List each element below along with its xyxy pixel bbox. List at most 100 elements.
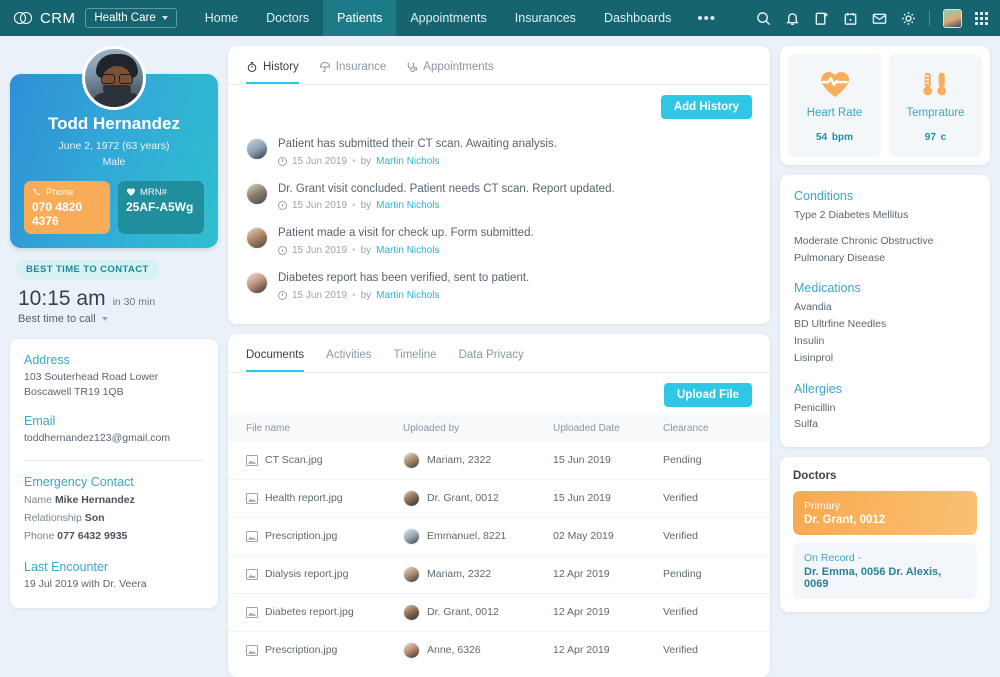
nav-item-doctors[interactable]: Doctors [252,0,323,36]
user-avatar[interactable] [943,8,962,28]
condition-item: Type 2 Diabetes Mellitus [794,209,909,221]
medications-heading: Medications [794,281,861,296]
tab-insurance[interactable]: Insurance [319,46,386,84]
nav-more-button[interactable]: ••• [685,0,728,36]
cell-uploaded-by: Anne, 6326 [403,631,553,669]
emergency-phone-key: Phone [24,529,55,542]
apps-grid-icon[interactable] [975,11,988,25]
vital-number: 97 [924,132,936,143]
top-navigation-bar: CRM Health Care Home Doctors Patients Ap… [0,0,1000,36]
condition-item: Moderate Chronic Obstructive Pulmonary D… [794,234,934,264]
last-encounter-heading: Last Encounter [24,559,109,574]
clock-icon [278,156,287,166]
cell-uploaded-date: 15 Jun 2019 [553,441,663,480]
meta-separator: • [352,155,356,167]
bell-icon[interactable] [784,10,800,26]
table-row[interactable]: Diabetes report.jpg Dr. Grant, 0012 12 A… [228,593,770,632]
file-name-text: Health report.jpg [265,492,343,505]
column-clearance[interactable]: Clearance [663,414,770,442]
emergency-phone-row: Phone 077 6432 9935 [24,528,204,546]
add-note-icon[interactable] [813,10,829,26]
history-text: Patient made a visit for check up. Form … [278,227,534,240]
history-author[interactable]: Martin Nichols [376,290,439,301]
app-logo[interactable]: CRM [0,0,85,36]
tab-history[interactable]: History [246,46,299,84]
cell-clearance: Pending [663,441,770,480]
doctors-card: Doctors Primary Dr. Grant, 0012 On Recor… [780,457,990,613]
stethoscope-icon [408,62,418,73]
on-record-doctors[interactable]: On Record - Dr. Emma, 0056 Dr. Alexis, 0… [793,543,977,600]
image-file-icon [246,568,258,580]
upload-file-button[interactable]: Upload File [664,382,752,407]
cell-uploaded-by: Mariam, 2322 [403,555,553,594]
cell-file-name: Prescription.jpg [228,517,403,556]
column-uploaded-by[interactable]: Uploaded by [403,414,553,442]
department-selector[interactable]: Health Care [85,8,177,28]
table-row[interactable]: Prescription.jpg Anne, 6326 12 Apr 2019 … [228,631,770,669]
calendar-icon[interactable] [842,10,858,26]
best-time-pill: BEST TIME TO CONTACT [16,259,159,279]
allergy-item: Penicillin [794,401,836,414]
history-item: Dr. Grant visit concluded. Patient needs… [246,174,752,219]
best-time-dropdown[interactable]: Best time to call [10,313,218,325]
phone-icon [33,188,41,195]
search-icon[interactable] [755,10,771,26]
patient-avatar[interactable] [82,46,146,110]
nav-item-dashboards[interactable]: Dashboards [590,0,685,36]
cell-clearance: Verified [663,479,770,518]
history-author[interactable]: Martin Nichols [376,156,439,167]
tab-documents[interactable]: Documents [246,334,305,372]
cell-uploaded-by: Emmanuel, 8221 [403,517,553,556]
documents-actions: Upload File [228,373,770,407]
left-sidebar: Todd Hernandez June 2, 1972 (63 years) M… [10,46,218,613]
email-value[interactable]: toddhernandez123@gmail.com [24,431,204,446]
best-time-row: 10:15 am in 30 min [10,287,218,311]
tab-activities[interactable]: Activities [326,334,371,372]
tab-appointments[interactable]: Appointments [406,46,494,84]
cell-uploaded-by: Dr. Grant, 0012 [403,593,553,632]
mrn-badge[interactable]: MRN# 25AF-A5Wg [118,180,204,234]
history-tabs: History Insurance Appointments [228,46,770,85]
column-uploaded-date[interactable]: Uploaded Date [553,414,663,442]
nav-item-patients[interactable]: Patients [323,0,397,36]
nav-item-insurances[interactable]: Insurances [501,0,590,36]
table-row[interactable]: Prescription.jpg Emmanuel, 8221 02 May 2… [228,517,770,556]
cell-uploaded-date: 12 Apr 2019 [553,555,663,594]
history-author[interactable]: Martin Nichols [376,200,439,211]
file-name-text: Dialysis report.jpg [265,568,349,581]
column-file-name[interactable]: File name [228,414,403,442]
nav-item-home[interactable]: Home [191,0,252,36]
mail-icon[interactable] [871,10,887,26]
heart-icon [126,188,136,196]
crm-logo-icon [14,11,34,25]
cell-uploaded-date: 15 Jun 2019 [553,479,663,518]
table-row[interactable]: Health report.jpg Dr. Grant, 0012 15 Jun… [228,479,770,518]
cell-file-name: Diabetes report.jpg [228,593,403,632]
phone-badge[interactable]: Phone 070 4820 4376 [24,180,110,234]
file-name-text: Diabetes report.jpg [265,606,354,619]
history-author[interactable]: Martin Nichols [376,245,439,256]
history-item: Diabetes report has been verified, sent … [246,263,752,308]
table-row[interactable]: CT Scan.jpg Mariam, 2322 15 Jun 2019 Pen… [228,441,770,480]
tab-data-privacy[interactable]: Data Privacy [459,334,524,372]
gear-icon[interactable] [900,10,916,26]
nav-divider [929,10,930,26]
primary-doctor[interactable]: Primary Dr. Grant, 0012 [793,491,977,536]
address-heading: Address [24,352,70,367]
tab-timeline[interactable]: Timeline [394,334,437,372]
phone-badge-value: 070 4820 4376 [32,199,83,228]
clock-icon [278,201,287,211]
primary-doctor-value: Dr. Grant, 0012 [804,514,886,527]
vital-value: 54 bpm [794,125,875,145]
emergency-contact-heading: Emergency Contact [24,475,134,490]
table-row[interactable]: Dialysis report.jpg Mariam, 2322 12 Apr … [228,555,770,594]
address-value: 103 Souterhead Road Lower Boscawell TR19… [24,370,159,398]
patient-gender: Male [102,155,126,168]
best-time-relative: in 30 min [112,295,156,308]
cell-clearance: Verified [663,517,770,556]
nav-item-appointments[interactable]: Appointments [396,0,500,36]
add-history-button[interactable]: Add History [660,95,752,119]
cell-clearance: Verified [663,593,770,632]
uploader-name: Mariam, 2322 [427,568,492,581]
history-by-prefix: by [360,200,372,212]
